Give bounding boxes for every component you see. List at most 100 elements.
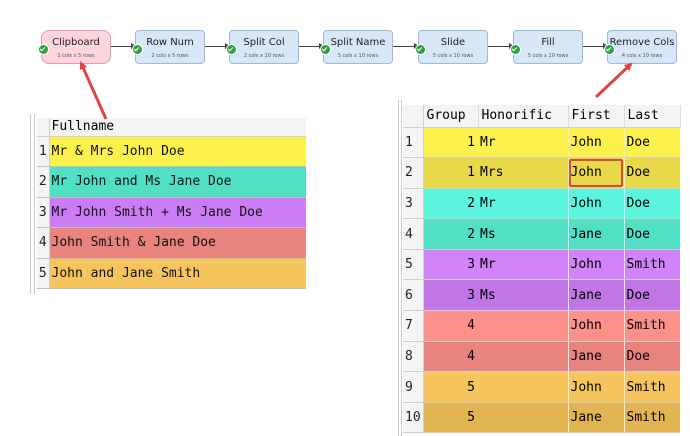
table-row[interactable]: 2 Mr John and Ms Jane Doe — [37, 166, 306, 198]
table-row[interactable]: 8 4 Jane Doe — [403, 341, 680, 373]
node-title: Remove Cols — [609, 37, 675, 48]
node-fill[interactable]: Fill 5 cols x 10 rows — [510, 30, 583, 64]
last-cell[interactable]: Smith — [623, 371, 680, 403]
row-number: 4 — [403, 218, 424, 250]
honorific-cell[interactable] — [478, 371, 568, 403]
first-cell[interactable]: Jane — [567, 218, 624, 250]
node-title: Slide — [440, 37, 466, 48]
honorific-cell[interactable]: Mrs — [478, 157, 568, 189]
last-cell[interactable]: Smith — [623, 249, 680, 281]
honorific-cell[interactable] — [478, 341, 568, 373]
table-row[interactable]: 4 John Smith & Jane Doe — [37, 227, 306, 259]
connector-arrow — [393, 43, 419, 49]
clipboard-data-grid[interactable]: Fullname 1 Mr & Mrs John Doe 2 Mr John and … — [30, 114, 308, 294]
table-row[interactable]: 5 John and Jane Smith — [37, 258, 306, 289]
honorific-cell[interactable]: Ms — [478, 279, 568, 312]
node-title: Fill — [541, 37, 555, 48]
last-cell[interactable]: Doe — [623, 188, 680, 220]
group-cell[interactable]: 5 — [423, 402, 478, 434]
last-cell[interactable]: Doe — [623, 218, 680, 250]
row-number: 4 — [37, 227, 50, 259]
group-cell[interactable]: 4 — [423, 310, 478, 342]
clipboard-table: Fullname 1 Mr & Mrs John Doe 2 Mr John and … — [37, 118, 306, 289]
last-cell[interactable]: Doe — [623, 127, 680, 159]
table-row[interactable]: 1 Mr & Mrs John Doe — [37, 136, 306, 167]
last-cell[interactable]: Doe — [623, 279, 680, 312]
table-row[interactable]: 2 1 Mrs John Doe — [403, 157, 680, 189]
node-remove-cols[interactable]: Remove Cols 4 cols x 10 rows — [604, 30, 677, 64]
first-cell[interactable]: John — [567, 371, 624, 403]
honorific-cell[interactable]: Mr — [478, 127, 568, 159]
node-slide[interactable]: Slide 5 cols x 10 rows — [415, 30, 488, 64]
first-cell[interactable]: Jane — [567, 402, 624, 434]
check-icon — [510, 44, 521, 55]
row-number: 9 — [403, 371, 424, 403]
table-header-row: Fullname — [37, 118, 306, 137]
table-row[interactable]: 3 2 Mr John Doe — [403, 188, 680, 220]
first-cell[interactable]: John — [567, 127, 624, 159]
last-cell[interactable]: Smith — [623, 310, 680, 342]
row-number: 3 — [403, 188, 424, 220]
connector-arrow — [488, 43, 514, 49]
fullname-cell[interactable]: Mr John Smith + Ms Jane Doe — [49, 197, 306, 228]
first-cell-selected[interactable]: John — [567, 157, 624, 189]
check-icon — [38, 44, 49, 55]
first-cell[interactable]: John — [567, 249, 624, 281]
row-number: 2 — [403, 157, 424, 189]
first-cell[interactable]: Jane — [567, 279, 624, 312]
honorific-cell[interactable]: Mr — [478, 249, 568, 281]
table-row[interactable]: 6 3 Ms Jane Doe — [403, 279, 680, 312]
group-cell[interactable]: 3 — [423, 279, 478, 312]
node-split-col[interactable]: Split Col 2 cols x 10 rows — [226, 30, 299, 64]
table-row[interactable]: 3 Mr John Smith + Ms Jane Doe — [37, 197, 306, 228]
group-cell[interactable]: 2 — [423, 188, 478, 220]
first-cell[interactable]: John — [567, 310, 624, 342]
node-title: Clipboard — [52, 37, 100, 48]
honorific-cell[interactable]: Mr — [478, 188, 568, 220]
group-cell[interactable]: 3 — [423, 249, 478, 281]
fullname-cell[interactable]: John and Jane Smith — [49, 258, 306, 289]
honorific-cell[interactable]: Ms — [478, 218, 568, 250]
group-cell[interactable]: 5 — [423, 371, 478, 403]
remove-cols-data-grid[interactable]: Group Honorific First Last 1 1 Mr John Doe 2 1… — [398, 100, 686, 436]
fullname-cell[interactable]: Mr & Mrs John Doe — [49, 136, 306, 167]
row-number: 5 — [37, 258, 50, 289]
node-row-num[interactable]: Row Num 2 cols x 5 rows — [132, 30, 205, 64]
check-icon — [415, 44, 426, 55]
first-cell[interactable]: John — [567, 188, 624, 220]
column-header-first[interactable]: First — [568, 105, 625, 128]
check-icon — [320, 44, 331, 55]
table-row[interactable]: 5 3 Mr John Smith — [403, 249, 680, 281]
table-row[interactable]: 10 5 Jane Smith — [403, 402, 680, 434]
column-header-fullname[interactable]: Fullname — [49, 118, 306, 137]
group-cell[interactable]: 4 — [423, 341, 478, 373]
node-split-name[interactable]: Split Name 5 cols x 10 rows — [320, 30, 393, 64]
check-icon — [132, 44, 143, 55]
node-title: Split Col — [243, 37, 285, 48]
node-title: Row Num — [146, 37, 194, 48]
group-cell[interactable]: 1 — [423, 127, 478, 159]
last-cell[interactable]: Smith — [623, 402, 680, 434]
table-row[interactable]: 7 4 John Smith — [403, 310, 680, 342]
column-header-last[interactable]: Last — [624, 105, 681, 128]
last-cell[interactable]: Doe — [623, 341, 680, 373]
group-cell[interactable]: 1 — [423, 157, 478, 189]
column-header-honorific[interactable]: Honorific — [478, 105, 569, 128]
node-subtitle: 5 cols x 10 rows — [432, 53, 474, 59]
first-cell[interactable]: Jane — [567, 341, 624, 373]
fullname-cell[interactable]: John Smith & Jane Doe — [49, 227, 306, 259]
table-row[interactable]: 9 5 John Smith — [403, 371, 680, 403]
row-number-header — [37, 118, 50, 137]
column-header-group[interactable]: Group — [423, 105, 479, 128]
last-cell[interactable]: Doe — [623, 157, 680, 189]
node-subtitle: 5 cols x 10 rows — [337, 53, 379, 59]
table-row[interactable]: 1 1 Mr John Doe — [403, 127, 680, 159]
honorific-cell[interactable] — [478, 310, 568, 342]
table-header-row: Group Honorific First Last — [403, 105, 681, 128]
table-row[interactable]: 4 2 Ms Jane Doe — [403, 218, 680, 250]
honorific-cell[interactable] — [478, 402, 568, 434]
fullname-cell[interactable]: Mr John and Ms Jane Doe — [49, 166, 306, 198]
node-clipboard[interactable]: Clipboard 1 cols x 5 rows — [38, 30, 111, 64]
node-subtitle: 4 cols x 10 rows — [621, 53, 663, 59]
group-cell[interactable]: 2 — [423, 218, 478, 250]
